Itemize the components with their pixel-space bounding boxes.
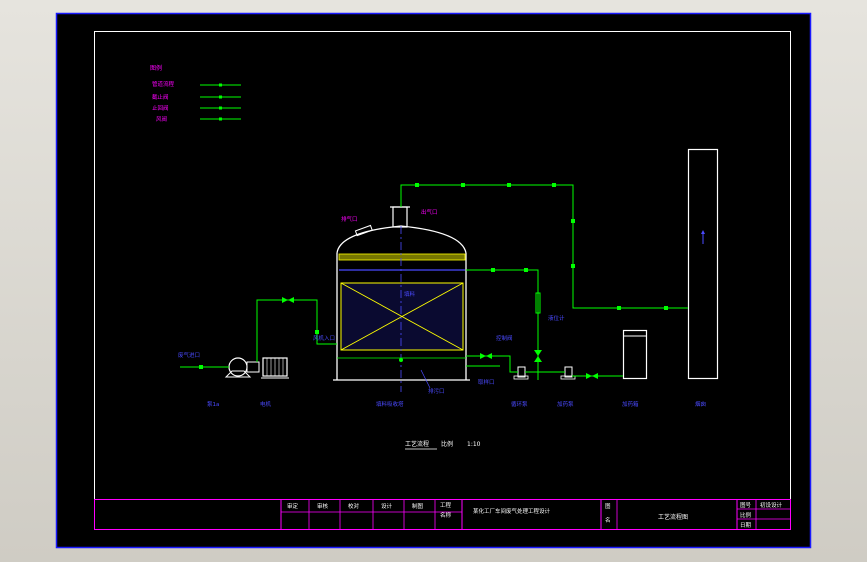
tank-name: 加药箱: [622, 400, 639, 408]
tb-project-label: 工程: [440, 501, 452, 509]
valve-icon: [552, 183, 556, 187]
demister-layer: [338, 253, 466, 261]
caption-scale-value: 1:10: [467, 441, 481, 448]
legend-item-label: 管道流程: [152, 80, 175, 88]
tb-project-label: 名称: [440, 511, 452, 519]
drawing-caption: 工艺流程 比例 1:10: [405, 440, 481, 450]
valve-icon: [571, 219, 575, 223]
drain-label: 排污口: [428, 387, 445, 395]
pump-name: 泵1a: [207, 401, 219, 408]
circulation-pump-name: 循环泵: [511, 400, 528, 408]
sampling-label: 取样口: [478, 378, 495, 386]
tb-header: 设计: [381, 502, 393, 510]
legend-valve-icon: [219, 95, 222, 99]
drawing-sheet: [56, 13, 811, 548]
valve-icon: [461, 183, 465, 187]
caption-scale-label: 比例: [441, 440, 453, 448]
tb-header: 制图: [412, 502, 424, 510]
legend-item-label: 风阀: [156, 115, 167, 123]
legend-valve-icon: [219, 83, 222, 87]
tb-drawing-name: 工艺流程图: [658, 513, 688, 521]
fan-inlet-label: 风机入口: [313, 334, 335, 342]
tb-meta-label: 比例: [740, 511, 752, 519]
tb-meta-label: 图号: [740, 501, 752, 509]
tb-header: 校对: [348, 502, 360, 510]
valve-icon: [315, 330, 319, 334]
valve-icon: [415, 183, 419, 187]
dosing-pump-name: 加药泵: [557, 400, 574, 408]
valve-icon: [664, 306, 668, 310]
top-outlet-label: 出气口: [421, 208, 438, 216]
valve-icon: [524, 268, 528, 272]
valve-icon: [571, 264, 575, 268]
cad-drawing-canvas: 图例 管道流程 截止阀 止回阀 风阀 排气口 出气口 废气进口 液位计 排污口 …: [55, 12, 812, 549]
drain-point-icon: [399, 358, 403, 362]
legend-item-label: 截止阀: [152, 93, 169, 101]
inlet-label: 废气进口: [178, 351, 200, 359]
legend-title: 图例: [150, 64, 162, 72]
valve-icon: [617, 306, 621, 310]
valve-icon: [491, 268, 495, 272]
valve-icon: [507, 183, 511, 187]
tb-meta-value: 初设设计: [760, 501, 783, 509]
vent-label: 排气口: [341, 215, 358, 223]
motor-name: 电机: [260, 400, 272, 408]
valve-label: 控制阀: [496, 334, 513, 342]
chimney-name: 烟囱: [695, 400, 706, 408]
tower-name: 填料吸收塔: [376, 400, 404, 408]
legend-item-label: 止回阀: [152, 104, 169, 112]
caption-title: 工艺流程: [405, 440, 429, 448]
level-gauge-label: 液位计: [548, 314, 565, 322]
legend-valve-icon: [219, 117, 222, 121]
tb-drawing-label: 图: [605, 502, 611, 510]
tb-project-name: 某化工厂车间废气处理工程设计: [473, 507, 551, 515]
tb-drawing-label: 名: [605, 516, 611, 524]
tb-meta-label: 日期: [740, 522, 752, 529]
packing-label: 填料: [404, 290, 416, 298]
valve-icon: [199, 365, 203, 369]
tb-header: 审定: [287, 502, 299, 510]
legend-valve-icon: [219, 106, 222, 110]
tb-header: 审核: [317, 502, 329, 510]
